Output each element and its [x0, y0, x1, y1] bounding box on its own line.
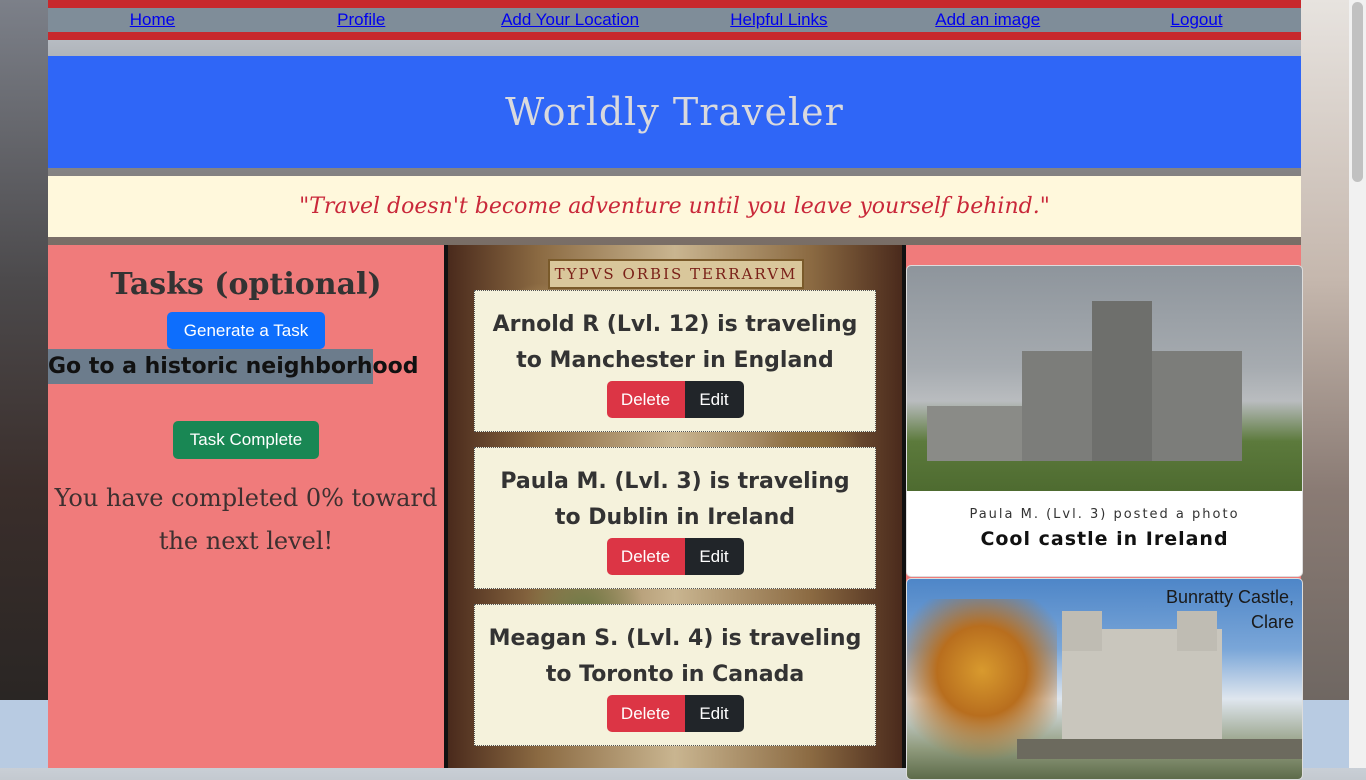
nav-add-image-link[interactable]: Add an image: [883, 10, 1092, 30]
delete-button[interactable]: Delete: [606, 538, 685, 575]
traveler-text: Meagan S. (Lvl. 4) is traveling to Toron…: [488, 626, 862, 687]
top-navigation: Home Profile Add Your Location Helpful L…: [48, 0, 1301, 40]
scrollbar-thumb[interactable]: [1352, 2, 1363, 182]
traveler-text: Arnold R (Lvl. 12) is traveling to Manch…: [492, 312, 858, 373]
edit-button[interactable]: Edit: [684, 538, 744, 575]
traveler-card: Paula M. (Lvl. 3) is traveling to Dublin…: [474, 447, 876, 589]
delete-button[interactable]: Delete: [606, 381, 685, 418]
traveler-card: Arnold R (Lvl. 12) is traveling to Manch…: [474, 290, 876, 432]
site-banner: Worldly Traveler: [48, 56, 1301, 168]
edit-button[interactable]: Edit: [684, 381, 744, 418]
traveler-actions: Delete Edit: [475, 538, 875, 575]
photo-caption: Bunratty Castle, Clare: [1166, 585, 1294, 635]
tasks-heading: Tasks (optional): [110, 267, 382, 302]
background-photo-left: [0, 0, 48, 700]
current-task: Go to a historic neighborhood: [48, 349, 419, 384]
post-author-meta: Paula M. (Lvl. 3) posted a photo: [969, 507, 1240, 522]
quote-bar: "Travel doesn't become adventure until y…: [48, 176, 1301, 237]
bridge-shape: [1017, 739, 1302, 759]
nav-profile-link[interactable]: Profile: [257, 10, 466, 30]
map-cartouche: TYPVS ORBIS TERRARVM: [548, 259, 804, 289]
generate-task-button[interactable]: Generate a Task: [167, 312, 325, 349]
tasks-panel: Tasks (optional) Generate a Task Go to a…: [48, 245, 444, 768]
castle-photo[interactable]: [907, 266, 1302, 491]
photo-caption-line1: Bunratty Castle,: [1165, 587, 1294, 607]
photo-post: Paula M. (Lvl. 3) posted a photo Cool ca…: [906, 265, 1303, 577]
photo-post: Bunratty Castle, Clare: [906, 578, 1303, 780]
page-scrollbar[interactable]: [1349, 0, 1366, 768]
delete-button[interactable]: Delete: [606, 695, 685, 732]
nav-home-link[interactable]: Home: [48, 10, 257, 30]
nav-bar: Home Profile Add Your Location Helpful L…: [48, 8, 1301, 32]
site-title: Worldly Traveler: [505, 90, 844, 134]
photo-caption-line2: Clare: [1250, 612, 1294, 632]
level-progress-text: You have completed 0% toward the next le…: [54, 484, 438, 555]
background-photo-right: [1301, 0, 1349, 700]
edit-button[interactable]: Edit: [684, 695, 744, 732]
task-complete-button[interactable]: Task Complete: [173, 421, 319, 459]
traveler-text: Paula M. (Lvl. 3) is traveling to Dublin…: [500, 469, 850, 530]
post-title: Cool castle in Ireland: [980, 528, 1229, 550]
traveler-card: Meagan S. (Lvl. 4) is traveling to Toron…: [474, 604, 876, 746]
nav-add-location-link[interactable]: Add Your Location: [466, 10, 675, 30]
photo-feed-panel: Paula M. (Lvl. 3) posted a photo Cool ca…: [906, 245, 1303, 780]
traveler-actions: Delete Edit: [475, 695, 875, 732]
castle-tower-shape: [1092, 301, 1152, 461]
travelers-map-panel: TYPVS ORBIS TERRARVM Arnold R (Lvl. 12) …: [448, 245, 902, 768]
bunratty-castle-photo[interactable]: Bunratty Castle, Clare: [907, 579, 1302, 779]
travel-quote: "Travel doesn't become adventure until y…: [299, 194, 1050, 219]
nav-helpful-links-link[interactable]: Helpful Links: [674, 10, 883, 30]
nav-logout-link[interactable]: Logout: [1092, 10, 1301, 30]
traveler-actions: Delete Edit: [475, 381, 875, 418]
castle2-tower-shape: [1062, 611, 1102, 651]
